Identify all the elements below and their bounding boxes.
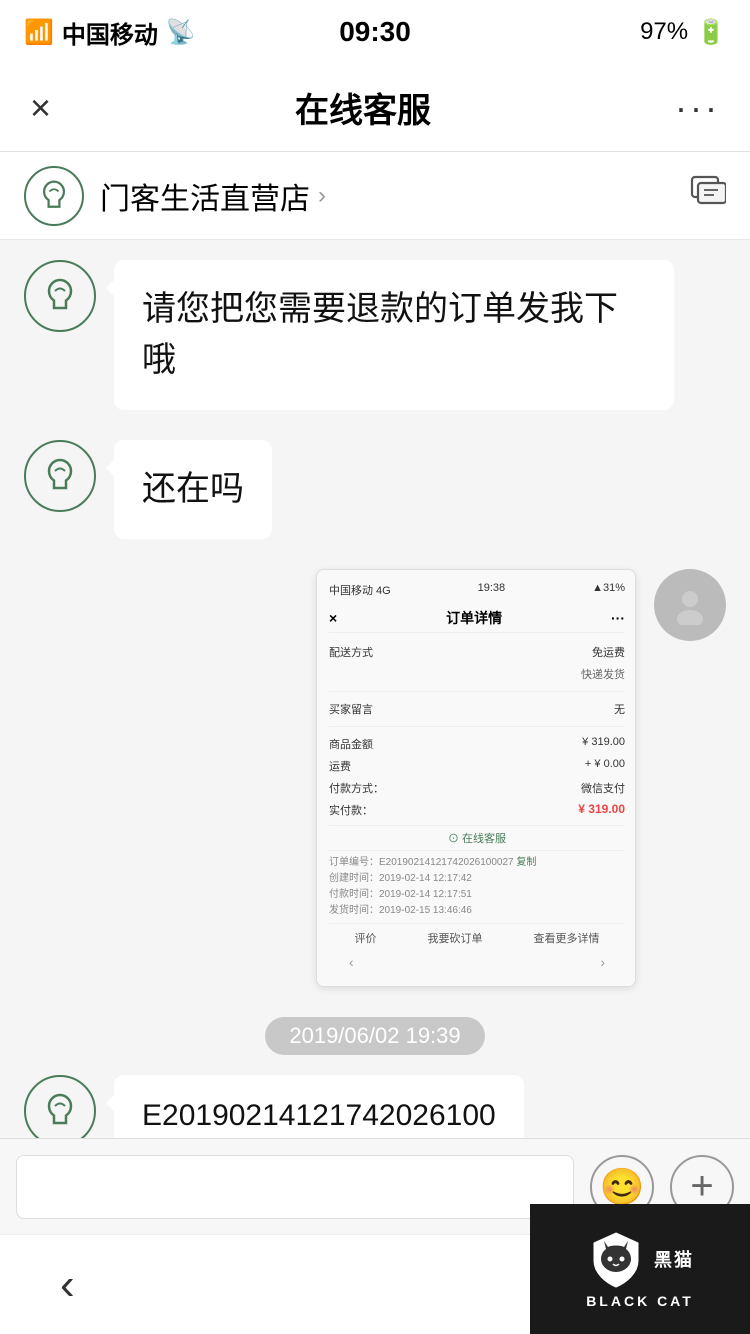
order-id-text: E20190214121742026100 xyxy=(142,1099,496,1132)
status-right: 97% 🔋 xyxy=(640,18,726,47)
goods-amount-label: 商品金额 xyxy=(329,736,373,752)
buyer-note-row: 买家留言 无 xyxy=(329,698,625,720)
pay-method-value: 微信支付 xyxy=(581,780,625,796)
store-logo xyxy=(24,166,84,226)
order-id-meta: 订单编号：E20190214121742026100027 复制 xyxy=(329,855,625,871)
delivery-value: 免运费 xyxy=(592,644,625,660)
order-meta: 订单编号：E20190214121742026100027 复制 创建时间：20… xyxy=(329,855,625,919)
page-title: 在线客服 xyxy=(295,83,431,132)
actual-pay-value: ¥ 319.00 xyxy=(578,802,625,818)
goods-amount-row: 商品金额 ¥ 319.00 xyxy=(329,733,625,755)
nav-prev-icon: ‹ xyxy=(349,954,354,970)
actual-pay-row: 实付款： ¥ 319.00 xyxy=(329,799,625,821)
message-bubble-2: 还在吗 xyxy=(114,440,272,539)
action-review: 评价 xyxy=(355,930,377,946)
plus-icon: + xyxy=(690,1164,713,1209)
order-screenshot-image: 中国移动 4G 19:38 ▲31% × 订单详情 ··· 配送方式 免运费 快… xyxy=(316,569,636,987)
close-button[interactable]: × xyxy=(30,87,51,129)
actual-pay-label: 实付款： xyxy=(329,802,373,818)
message-text-2: 还在吗 xyxy=(142,470,244,508)
goods-amount-value: ¥ 319.00 xyxy=(582,736,625,752)
battery-label: 97% xyxy=(640,18,688,46)
shipping-value: + ¥ 0.00 xyxy=(585,758,625,774)
status-bar: 📶 中国移动 📡 09:30 97% 🔋 xyxy=(0,0,750,64)
buyer-note-value: 无 xyxy=(614,701,625,717)
store-header[interactable]: 门客生活直营店 › xyxy=(0,152,750,240)
blackcat-chinese-label: 黑猫 xyxy=(654,1246,694,1272)
message-row-3: 中国移动 4G 19:38 ▲31% × 订单详情 ··· 配送方式 免运费 快… xyxy=(24,569,726,987)
delivery-sub-value: 快递发货 xyxy=(581,666,625,682)
message-row-1: 请您把您需要退款的订单发我下哦 xyxy=(24,260,726,410)
shop-avatar-4 xyxy=(24,1075,96,1147)
store-info: 门客生活直营店 › xyxy=(24,166,326,226)
shipping-label: 运费 xyxy=(329,758,351,774)
shop-avatar-1 xyxy=(24,260,96,332)
chat-list-icon[interactable] xyxy=(690,173,726,218)
delivery-row: 配送方式 免运费 xyxy=(329,641,625,663)
store-name: 门客生活直营店 xyxy=(100,174,310,218)
ss-close: × xyxy=(329,610,337,626)
timestamp-divider: 2019/06/02 19:39 xyxy=(24,1017,726,1055)
screenshot-nav: × 订单详情 ··· xyxy=(329,604,625,633)
store-name-wrap: 门客生活直营店 › xyxy=(100,174,326,218)
shop-avatar-2 xyxy=(24,440,96,512)
delivery-sub-row: 快递发货 xyxy=(329,663,625,685)
ss-carrier: 中国移动 4G xyxy=(329,582,391,598)
blackcat-logo: 黑猫 xyxy=(586,1229,694,1289)
create-time: 创建时间：2019-02-14 12:17:42 xyxy=(329,871,625,887)
nav-bar: × 在线客服 ··· xyxy=(0,64,750,152)
wifi-icon: 📡 xyxy=(166,18,196,47)
ship-time: 发货时间：2019-02-15 13:46:46 xyxy=(329,903,625,919)
nav-next-icon: › xyxy=(600,954,605,970)
carrier-label: 中国移动 xyxy=(62,15,158,50)
blackcat-watermark: 黑猫 BLACK CAT xyxy=(530,1204,750,1334)
message-input[interactable] xyxy=(16,1155,574,1219)
ss-time: 19:38 xyxy=(478,582,506,598)
shipping-row: 运费 + ¥ 0.00 xyxy=(329,755,625,777)
action-detail: 查看更多详情 xyxy=(534,930,600,946)
online-service-btn: ⊙ 在线客服 xyxy=(329,825,625,851)
message-row-2: 还在吗 xyxy=(24,440,726,539)
ss-battery: ▲31% xyxy=(592,582,625,598)
delivery-label: 配送方式 xyxy=(329,644,373,660)
ss-title: 订单详情 xyxy=(446,608,502,628)
signal-icon: 📶 xyxy=(24,18,54,47)
message-text-1: 请您把您需要退款的订单发我下哦 xyxy=(142,290,618,379)
order-screenshot-content: 中国移动 4G 19:38 ▲31% × 订单详情 ··· 配送方式 免运费 快… xyxy=(317,570,636,986)
order-actions: 评价 我要砍订单 查看更多详情 xyxy=(329,923,625,946)
buyer-note-label: 买家留言 xyxy=(329,701,373,717)
message-bubble-1: 请您把您需要退款的订单发我下哦 xyxy=(114,260,674,410)
user-avatar xyxy=(654,569,726,641)
action-cancel: 我要砍订单 xyxy=(428,930,483,946)
store-arrow-icon: › xyxy=(318,182,326,210)
pay-time: 付款时间：2019-02-14 12:17:51 xyxy=(329,887,625,903)
pay-method-row: 付款方式： 微信支付 xyxy=(329,777,625,799)
blackcat-english-label: BLACK CAT xyxy=(586,1293,694,1309)
battery-icon: 🔋 xyxy=(696,18,726,47)
chat-area: 请您把您需要退款的订单发我下哦 还在吗 中国移动 4G 19:38 ▲31% xyxy=(0,240,750,1207)
more-button[interactable]: ··· xyxy=(675,87,720,129)
screenshot-statusbar: 中国移动 4G 19:38 ▲31% xyxy=(329,582,625,598)
timestamp-badge: 2019/06/02 19:39 xyxy=(265,1017,484,1055)
status-time: 09:30 xyxy=(339,16,411,48)
pay-method-label: 付款方式： xyxy=(329,780,384,796)
status-left: 📶 中国移动 📡 xyxy=(24,15,196,50)
screenshot-nav-btns: ‹ › xyxy=(329,950,625,974)
back-button[interactable]: ‹ xyxy=(60,1260,75,1310)
emoji-icon: 😊 xyxy=(600,1166,645,1208)
ss-more: ··· xyxy=(611,610,625,626)
